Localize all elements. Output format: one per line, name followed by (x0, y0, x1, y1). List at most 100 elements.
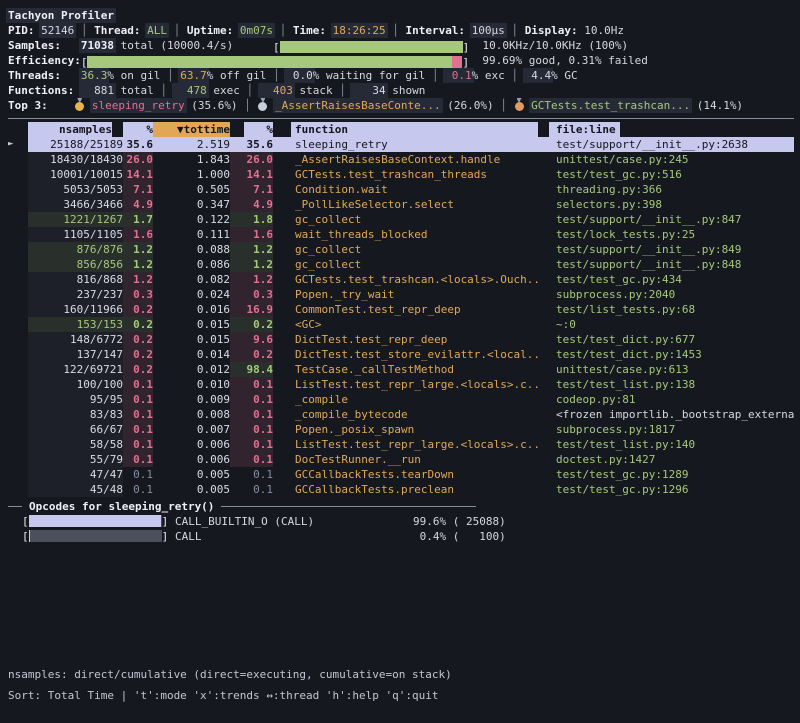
function-cell: Popen._try_wait (291, 287, 538, 302)
file-line-cell: <frozen importlib._bootstrap_externa (549, 407, 794, 422)
table-row[interactable]: 122/697210.20.01298.4TestCase._callTestM… (8, 362, 794, 377)
table-row[interactable]: 100/1000.10.0100.1ListTest.test_repr_lar… (8, 377, 794, 392)
token: shown (386, 84, 426, 97)
percent-cumulative-cell: 0.1 (230, 377, 273, 392)
table-row[interactable]: 856/8561.20.0861.2gc_collecttest/support… (8, 257, 794, 272)
line-samples: Samples: 71038 total (10000.4/s) [] 10.0… (8, 38, 800, 53)
gap (538, 377, 549, 392)
percent-direct-cell: 35.6 (123, 137, 153, 152)
gap (538, 137, 549, 152)
tottime-cell: 0.005 (153, 467, 230, 482)
gap (273, 347, 291, 362)
opcode-percent: 0.4% ( 100) (413, 529, 506, 544)
token: stack (293, 84, 333, 97)
gap (538, 467, 549, 482)
token: 0m07s (238, 23, 275, 38)
percent-direct-cell: 0.2 (123, 362, 153, 377)
row-marker (8, 212, 28, 227)
col-header-file-line[interactable]: file:line (549, 122, 794, 137)
table-row[interactable]: 5053/50537.10.5057.1Condition.waitthread… (8, 182, 794, 197)
nsamples-cell: 1221/1267 (28, 212, 123, 227)
row-marker (8, 452, 28, 467)
table-row[interactable]: 148/67720.20.0159.6DictTest.test_repr_de… (8, 332, 794, 347)
table-row[interactable]: 55/790.10.0060.1DocTestRunner.__rundocte… (8, 452, 794, 467)
gap (538, 242, 549, 257)
table-row[interactable]: 58/580.10.0060.1ListTest.test_repr_large… (8, 437, 794, 452)
file-line-cell: doctest.py:1427 (549, 452, 794, 467)
gap (273, 392, 291, 407)
gap (538, 437, 549, 452)
token: (14.1%) (690, 99, 743, 112)
tottime-cell: 0.015 (153, 332, 230, 347)
row-marker (8, 152, 28, 167)
token: 10.0Hz (584, 24, 624, 37)
gap (273, 242, 291, 257)
percent-cumulative-cell: 14.1 (230, 167, 273, 182)
nsamples-cell: 876/876 (28, 242, 123, 257)
col-header-nsamples[interactable]: nsamples (28, 122, 123, 137)
gap (538, 227, 549, 242)
table-row[interactable]: 3466/34664.90.3474.9_PollLikeSelector.se… (8, 197, 794, 212)
tottime-cell: 1.000 (153, 167, 230, 182)
col-header-percent-cumulative[interactable]: % (230, 122, 273, 137)
token: │ (74, 24, 94, 37)
nsamples-cell: 122/69721 (28, 362, 123, 377)
table-row[interactable]: 45/480.10.0050.1GCCallbackTests.preclean… (8, 482, 794, 497)
col-header-percent-direct[interactable]: % (123, 122, 153, 137)
table-row[interactable]: 83/830.10.0080.1_compile_bytecode<frozen… (8, 407, 794, 422)
percent-direct-cell: 4.9 (123, 197, 153, 212)
opcode-bar-track (29, 515, 162, 527)
opcode-name: CALL (175, 529, 202, 544)
percent-cumulative-cell: 1.8 (230, 212, 273, 227)
tottime-cell: 0.086 (153, 257, 230, 272)
file-line-cell: unittest/case.py:245 (549, 152, 794, 167)
gap (273, 197, 291, 212)
token: │ (273, 24, 293, 37)
header-spacer (8, 122, 28, 137)
token: 881 (79, 83, 116, 98)
table-row[interactable]: 137/1470.20.0140.2DictTest.test_store_ev… (8, 347, 794, 362)
table-row[interactable]: ►25188/2518935.62.51935.6sleeping_retryt… (8, 137, 794, 152)
gap (273, 227, 291, 242)
tottime-cell: 2.519 (153, 137, 230, 152)
function-cell: <GC> (291, 317, 538, 332)
token: │ (167, 24, 187, 37)
table-row[interactable]: 816/8681.20.0821.2GCTests.test_trashcan.… (8, 272, 794, 287)
function-cell: GCCallbackTests.preclean (291, 482, 538, 497)
opcode-bar-track (29, 530, 162, 542)
token: Time: (293, 24, 333, 37)
percent-direct-cell: 0.2 (123, 302, 153, 317)
gap (273, 377, 291, 392)
table-row[interactable]: 1105/11051.60.1111.6wait_threads_blocked… (8, 227, 794, 242)
percent-cumulative-cell: 0.1 (230, 407, 273, 422)
table-row[interactable]: 160/119660.20.01616.9CommonTest.test_rep… (8, 302, 794, 317)
percent-direct-cell: 0.1 (123, 467, 153, 482)
function-cell: _PollLikeSelector.select (291, 197, 538, 212)
nsamples-cell: 45/48 (28, 482, 123, 497)
percent-direct-cell: 26.0 (123, 152, 153, 167)
col-header-tottime-sorted[interactable]: ▼tottime (153, 122, 230, 137)
table-row[interactable]: 10001/1001514.11.00014.1GCTests.test_tra… (8, 167, 794, 182)
gap (273, 152, 291, 167)
token: │ (494, 99, 514, 112)
table-row[interactable]: 876/8761.20.0881.2gc_collecttest/support… (8, 242, 794, 257)
line-functions: Functions: 881 total │ 478 exec │ 403 st… (8, 83, 800, 98)
file-line-cell: ~:0 (549, 317, 794, 332)
table-row[interactable]: 237/2370.30.0240.3Popen._try_waitsubproc… (8, 287, 794, 302)
footer-keybindings: Sort: Total Time | 't':mode 'x':trends ↔… (8, 685, 452, 706)
col-header-function[interactable]: function (291, 122, 538, 137)
table-row[interactable]: 95/950.10.0090.1_compilecodeop.py:81 (8, 392, 794, 407)
tottime-cell: 0.006 (153, 437, 230, 452)
gap (538, 407, 549, 422)
table-row[interactable]: 47/470.10.0050.1GCCallbackTests.tearDown… (8, 467, 794, 482)
tottime-cell: 1.843 (153, 152, 230, 167)
table-row[interactable]: 1221/12671.70.1221.8gc_collecttest/suppo… (8, 212, 794, 227)
function-cell: Condition.wait (291, 182, 538, 197)
table-row[interactable]: 18430/1843026.01.84326.0_AssertRaisesBas… (8, 152, 794, 167)
file-line-cell: test/test_gc.py:1296 (549, 482, 794, 497)
table-row[interactable]: 66/670.10.0070.1Popen._posix_spawnsubpro… (8, 422, 794, 437)
row-marker (8, 422, 28, 437)
table-row[interactable]: 153/1530.20.0150.2<GC>~:0 (8, 317, 794, 332)
file-line-cell: unittest/case.py:613 (549, 362, 794, 377)
gap (538, 272, 549, 287)
